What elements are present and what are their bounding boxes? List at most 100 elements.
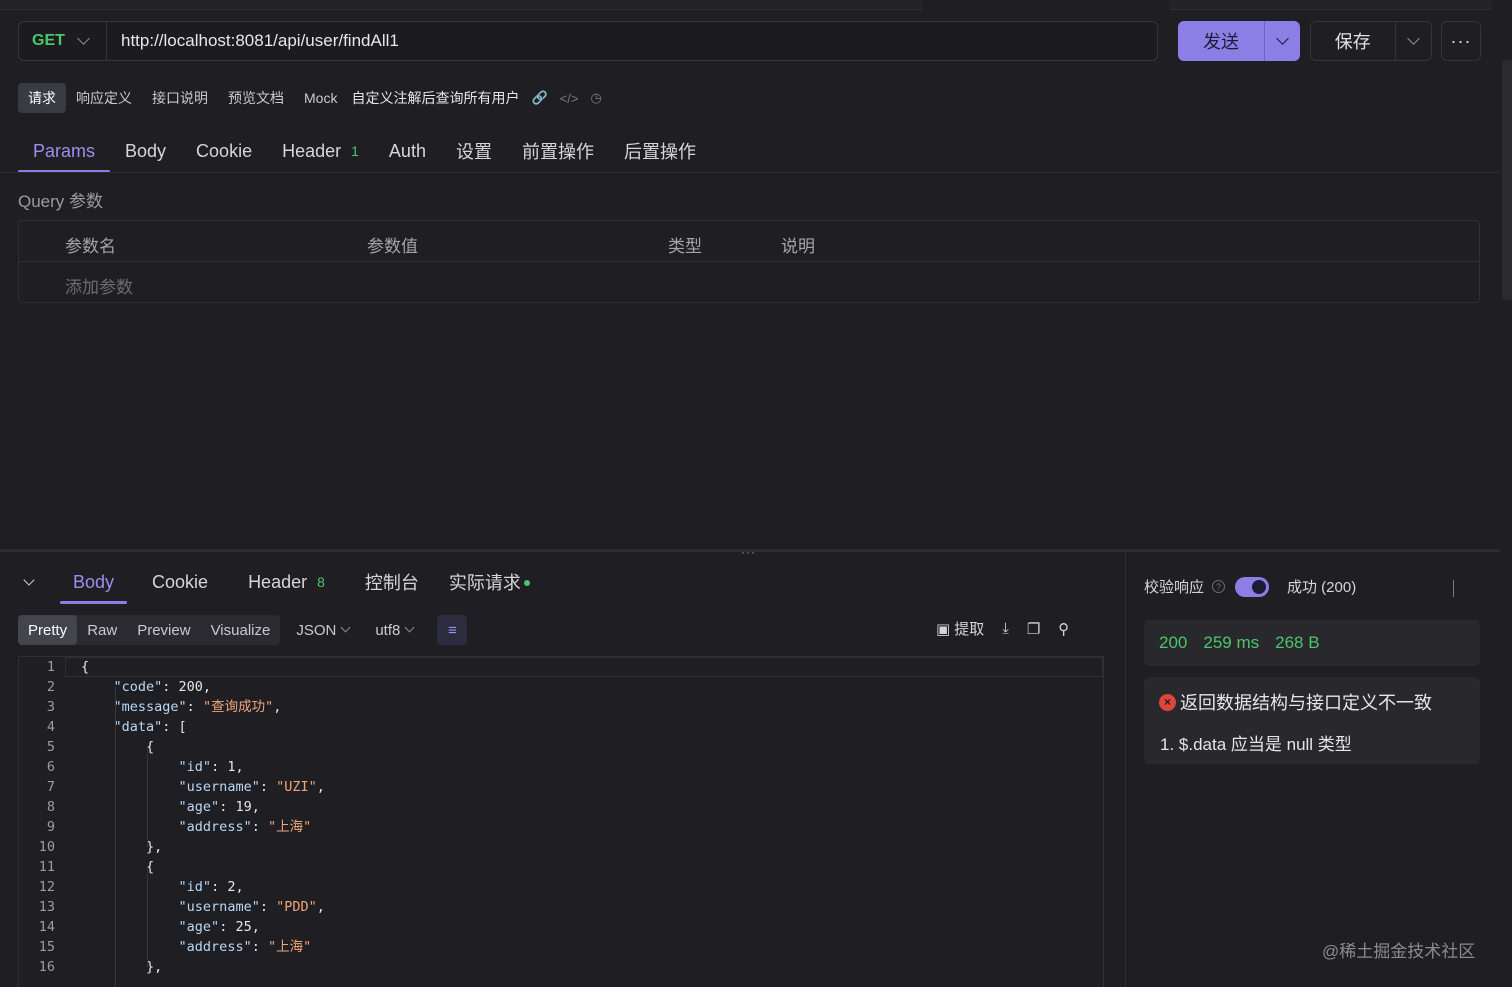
format-bar: Pretty Raw Preview Visualize JSON utf8 ≡ — [18, 615, 468, 645]
endpoint-title: 自定义注解后查询所有用户 — [351, 90, 520, 106]
validation-row: 校验响应 ? 成功 (200) — [1144, 576, 1356, 597]
panel-divider — [1125, 552, 1126, 987]
search-icon[interactable]: ⚲ — [1058, 620, 1069, 638]
mode-visualize[interactable]: Visualize — [201, 615, 281, 645]
extract-label: 提取 — [954, 621, 985, 638]
indent-guide — [147, 867, 148, 967]
mode-pretty[interactable]: Pretty — [18, 615, 78, 645]
resp-tab-cookie[interactable]: Cookie — [139, 560, 221, 604]
line-number: 2 — [46, 679, 55, 695]
extract-icon: ▣ — [936, 620, 951, 638]
tab-cookie[interactable]: Cookie — [181, 129, 267, 173]
resp-header-count-badge: 8 — [317, 574, 325, 590]
status-code: 200 — [1159, 633, 1188, 652]
code-text: "code": 200, — [113, 679, 212, 695]
copy-icon[interactable]: ❐ — [1027, 620, 1040, 638]
header-count-badge: 1 — [351, 143, 359, 159]
tab-post-actions[interactable]: 后置操作 — [609, 129, 711, 173]
url-input[interactable]: http://localhost:8081/api/user/findAll1 — [107, 31, 399, 51]
collapse-response-button[interactable] — [18, 560, 40, 604]
code-line: 15 "address": "上海" — [19, 937, 1103, 957]
method-select[interactable]: GET — [19, 22, 107, 60]
code-text: "age": 19, — [178, 799, 260, 815]
add-param-input[interactable]: 添加参数 — [65, 273, 133, 298]
response-size: 268 B — [1275, 633, 1320, 652]
send-options-button[interactable] — [1265, 21, 1300, 61]
save-button[interactable]: 保存 — [1311, 22, 1396, 60]
chevron-down-icon — [1276, 32, 1289, 45]
extract-button[interactable]: ▣ 提取 — [936, 618, 984, 639]
top-strip — [0, 0, 1512, 12]
line-number: 8 — [46, 799, 55, 815]
subtab-response-def[interactable]: 响应定义 — [66, 83, 142, 113]
line-number: 3 — [46, 699, 55, 715]
validate-label: 校验响应 — [1144, 579, 1205, 596]
resp-tab-actual-request[interactable]: 实际请求 — [436, 560, 543, 604]
line-number: 5 — [46, 739, 55, 755]
resp-tab-header-label: Header — [248, 571, 308, 592]
format-label: JSON — [296, 621, 337, 639]
scrollbar[interactable] — [1502, 60, 1512, 300]
subtab-preview-doc[interactable]: 预览文档 — [218, 83, 294, 113]
more-button[interactable]: ··· — [1441, 21, 1481, 61]
tab-header-label: Header — [282, 140, 342, 161]
wrap-lines-icon[interactable]: ≡ — [437, 615, 468, 645]
column-value: 参数值 — [367, 237, 418, 256]
code-line: 12 "id": 2, — [19, 877, 1103, 897]
subtab-mock[interactable]: Mock — [294, 83, 347, 113]
chevron-down-icon — [77, 32, 90, 45]
line-number: 7 — [46, 779, 55, 795]
line-number: 13 — [38, 899, 55, 915]
validation-error-box: × 返回数据结构与接口定义不一致 1. $.data 应当是 null 类型 — [1144, 677, 1480, 764]
validate-toggle[interactable] — [1235, 576, 1270, 597]
encoding-select[interactable]: utf8 — [375, 622, 415, 639]
request-tabs: Params Body Cookie Header 1 Auth 设置 前置操作… — [18, 128, 711, 174]
column-name: 参数名 — [65, 237, 116, 256]
resp-tab-console[interactable]: 控制台 — [352, 560, 432, 604]
code-line: 9 "address": "上海" — [19, 817, 1103, 837]
code-line: 13 "username": "PDD", — [19, 897, 1103, 917]
drag-handle-icon[interactable]: ··· — [741, 545, 756, 559]
line-number: 16 — [38, 959, 55, 975]
tab-body[interactable]: Body — [110, 129, 181, 173]
url-bar: GET http://localhost:8081/api/user/findA… — [18, 21, 1158, 61]
resp-tab-header[interactable]: Header 8 — [235, 560, 338, 604]
code-line: 8 "age": 19, — [19, 797, 1103, 817]
resp-tab-body[interactable]: Body — [60, 560, 128, 604]
tab-pre-actions[interactable]: 前置操作 — [507, 129, 609, 173]
error-detail: 1. $.data 应当是 null 类型 — [1160, 735, 1352, 754]
mode-raw[interactable]: Raw — [77, 615, 127, 645]
status-dot-icon — [523, 580, 530, 586]
code-text: "age": 25, — [178, 919, 260, 935]
status-box: 200 259 ms 268 B — [1144, 620, 1480, 666]
response-tools: ▣ 提取 ⤓ ❐ ⚲ — [936, 618, 1069, 639]
tab-params[interactable]: Params — [18, 129, 111, 173]
link-icon[interactable]: 🔗 — [531, 90, 547, 106]
subtab-request[interactable]: 请求 — [18, 83, 66, 113]
code-line: 3 "message": "查询成功", — [19, 697, 1103, 717]
validation-expand-button[interactable] — [1453, 580, 1454, 597]
code-icon[interactable]: </> — [560, 91, 579, 106]
error-icon: × — [1159, 693, 1176, 711]
watermark: @稀土掘金技术社区 — [1322, 942, 1476, 961]
code-text: "data": [ — [113, 719, 187, 735]
add-param-row[interactable]: 添加参数 — [19, 262, 1479, 303]
code-line: 11 { — [19, 857, 1103, 877]
response-code-viewer[interactable]: 1{2 "code": 200, 3 "message": "查询成功", 4 "d… — [18, 656, 1104, 987]
code-text: "username": "PDD", — [178, 899, 325, 915]
download-icon[interactable]: ⤓ — [1002, 620, 1009, 637]
subtab-api-doc[interactable]: 接口说明 — [142, 83, 218, 113]
help-icon[interactable]: ? — [1212, 580, 1226, 593]
history-icon[interactable]: ◷ — [590, 90, 601, 106]
mode-preview[interactable]: Preview — [127, 615, 200, 645]
send-button[interactable]: 发送 — [1178, 21, 1265, 61]
tab-settings[interactable]: 设置 — [441, 129, 507, 173]
save-options-button[interactable] — [1396, 22, 1431, 60]
format-select[interactable]: JSON — [296, 621, 351, 639]
tab-auth[interactable]: Auth — [374, 129, 441, 173]
params-table-header: 参数名 参数值 类型 说明 — [19, 221, 1479, 262]
sub-tabs: 请求 响应定义 接口说明 预览文档 Mock 自定义注解后查询所有用户 🔗 </… — [18, 83, 602, 113]
tab-header[interactable]: Header 1 — [267, 129, 374, 173]
params-table: 参数名 参数值 类型 说明 添加参数 — [18, 220, 1480, 303]
code-text: }, — [81, 839, 163, 855]
